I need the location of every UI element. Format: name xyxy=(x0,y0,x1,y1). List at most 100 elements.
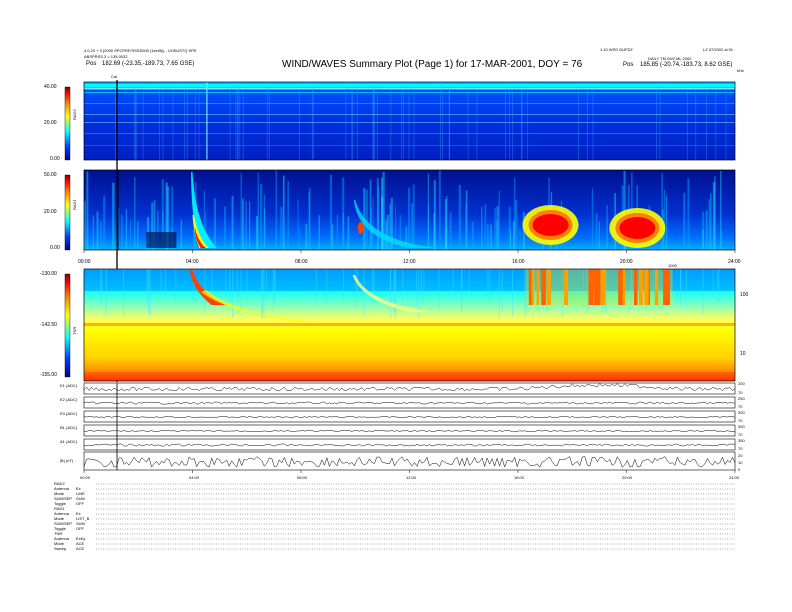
rad1-streak xyxy=(438,170,441,250)
line-label-e3: E3 (ADC) xyxy=(60,411,78,416)
tnr-streak xyxy=(390,269,392,305)
line-right-tick: 20 xyxy=(738,453,743,458)
tnr-streak xyxy=(164,269,166,300)
rad1-time-tick: 24:00 xyxy=(728,259,741,265)
line-right-tick: 70 xyxy=(738,432,743,437)
rad1-streak xyxy=(180,219,183,250)
rad2-cb-tick-bot: 0.00 xyxy=(50,156,60,162)
rad1-streak xyxy=(721,229,723,250)
rad1-streak xyxy=(714,176,716,250)
rad1-burst xyxy=(357,222,364,234)
rad1-streak xyxy=(224,206,227,250)
cal-label: Cal xyxy=(111,74,118,79)
tnr-streak xyxy=(236,269,238,304)
rad2-cb-tick-top: 40.00 xyxy=(44,84,57,90)
rad2-band xyxy=(84,103,735,104)
rad1-panel xyxy=(64,169,736,253)
rad1-streak xyxy=(687,178,690,250)
tnr-band xyxy=(84,323,735,326)
tnr-streak xyxy=(101,269,103,304)
rad2-streak xyxy=(508,82,510,160)
rad1-streak xyxy=(465,190,468,250)
rad2-band xyxy=(84,84,735,86)
rad2-streak xyxy=(521,82,523,160)
rad1-streak xyxy=(231,196,234,250)
rad1-time-tick: 12:00 xyxy=(403,259,416,265)
rad1-streak xyxy=(331,224,334,250)
rad2-streak xyxy=(408,82,410,160)
bottom-time-tick: 12:00 xyxy=(406,475,417,480)
summary-plot xyxy=(64,80,736,550)
rad1-streak xyxy=(666,195,668,250)
rad1-streak xyxy=(591,188,594,250)
rad1-streak xyxy=(287,180,290,250)
rad1-streak xyxy=(494,207,496,250)
rad2-streak xyxy=(403,82,405,160)
rad2-band xyxy=(84,92,735,93)
tnr-streak xyxy=(229,269,231,307)
rad1-streak xyxy=(318,214,320,250)
rad1-streak xyxy=(263,194,266,250)
footer-row: Sweep ACE xyxy=(54,546,85,551)
rad1-streak xyxy=(389,203,392,250)
rad2-streak xyxy=(374,82,375,160)
bottom-time-tick: 04:00 xyxy=(189,475,200,480)
rad1-streak xyxy=(683,192,686,250)
rad2-streak xyxy=(115,82,116,160)
rad1-streak xyxy=(241,198,244,250)
rad2-streak xyxy=(135,82,136,160)
rad2-streak xyxy=(725,82,727,160)
rad1-time-tick: 08:00 xyxy=(295,259,308,265)
line-label-e2: E2 (ADC) xyxy=(60,397,78,402)
rad2-band xyxy=(84,114,735,115)
rad2-streak xyxy=(299,82,300,160)
tnr-streak xyxy=(326,269,328,305)
rad2-streak xyxy=(413,82,415,160)
tnr-streak xyxy=(686,269,688,308)
line-right-tick: 70 xyxy=(738,390,743,395)
rad1-streak xyxy=(103,196,106,250)
tnr-streak xyxy=(148,269,150,315)
rad1-cb-tick-bot: 0.00 xyxy=(50,245,60,251)
rad1-streak xyxy=(245,201,247,250)
rad1-streak xyxy=(386,214,389,250)
rad1-streak xyxy=(512,220,515,250)
rad1-streak xyxy=(275,170,277,250)
tnr-streak xyxy=(489,269,491,305)
rad1-streak xyxy=(96,211,99,250)
tnr-streak xyxy=(402,269,404,308)
rad1-streak xyxy=(336,215,339,250)
rad2-streak xyxy=(715,82,717,160)
line-label-e1: E1 (ADC) xyxy=(60,383,78,388)
tnr-streak xyxy=(512,269,514,317)
rad1-streak xyxy=(481,206,483,250)
tnr-cb-tick-mid: -142.50 xyxy=(40,322,57,328)
rad1-emission xyxy=(619,217,656,239)
tnr-streak xyxy=(468,269,470,300)
rad2-band xyxy=(84,145,735,146)
kHz-label: kHz xyxy=(737,68,744,73)
rad1-streak xyxy=(134,177,136,250)
rad1-time-tick: 16:00 xyxy=(512,259,525,265)
rad2-streak xyxy=(352,82,354,160)
tnr-band xyxy=(84,372,735,381)
tnr-streak xyxy=(343,269,345,305)
rad1-streak xyxy=(297,199,299,250)
rad1-cb-tick-mid: 20.00 xyxy=(44,209,57,215)
rad1-streak xyxy=(595,213,598,250)
rad2-streak xyxy=(159,82,160,160)
rad1-streak xyxy=(125,208,128,250)
rad1-streak xyxy=(282,175,285,250)
rad2-streak xyxy=(476,82,478,160)
line-label-b: |B| (nT) xyxy=(60,458,74,463)
rad1-streak xyxy=(705,210,708,250)
line-right-tick: 350 xyxy=(738,438,745,443)
tnr-streak xyxy=(246,269,248,302)
rad2-streak xyxy=(656,82,657,160)
tnr-colorbar xyxy=(64,273,71,378)
rad1-streak xyxy=(305,223,308,250)
tnr-streak xyxy=(262,269,264,319)
rad2-streak xyxy=(448,82,450,160)
tnr-name: TNR xyxy=(72,326,77,335)
rad2-streak xyxy=(345,82,347,160)
